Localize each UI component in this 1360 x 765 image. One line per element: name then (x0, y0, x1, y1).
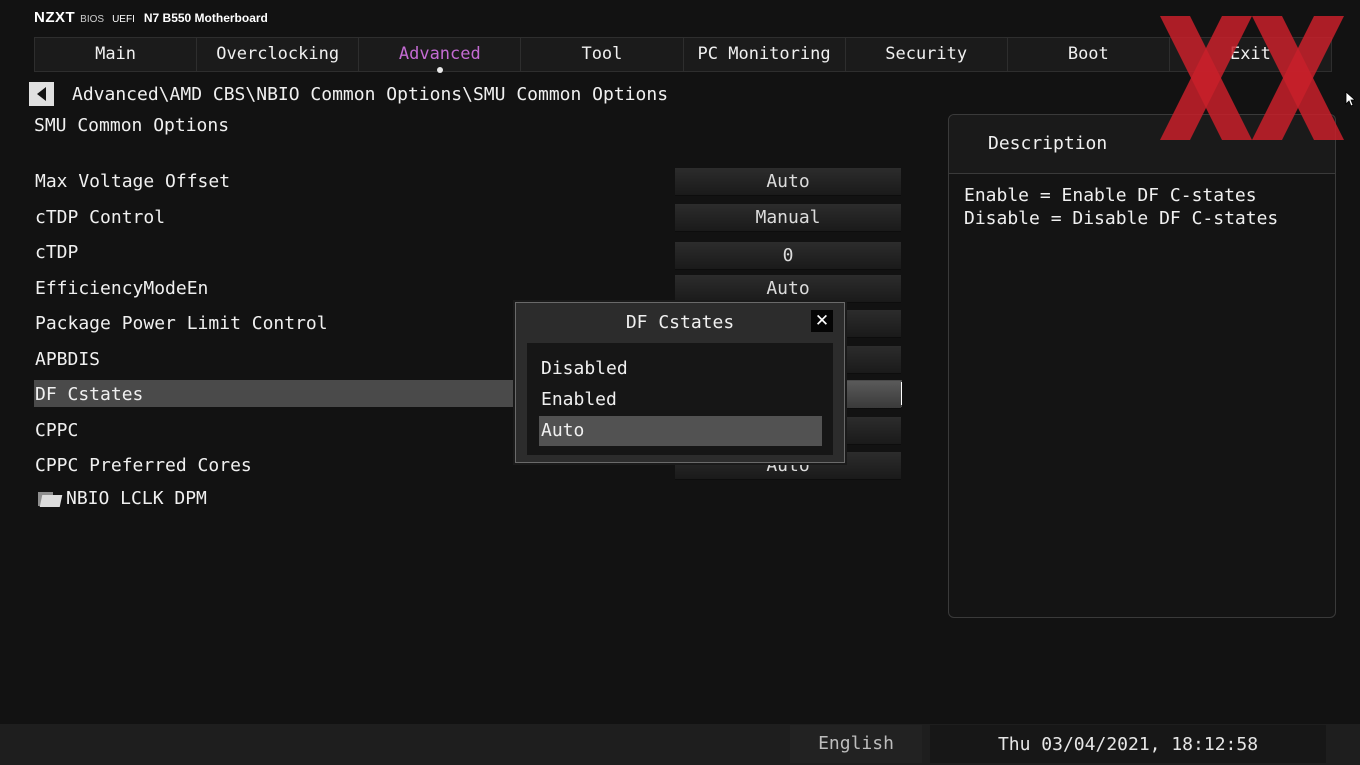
description-line: Enable = Enable DF C-states (964, 185, 1257, 206)
tab-boot[interactable]: Boot (1008, 38, 1170, 71)
tab-overclocking[interactable]: Overclocking (197, 38, 360, 71)
breadcrumb: Advanced\AMD CBS\NBIO Common Options\SMU… (72, 84, 669, 105)
page-title: SMU Common Options (34, 115, 230, 136)
popup-option-list: Disabled Enabled Auto (527, 343, 833, 455)
brand-header: NZXT BIOS UEFI N7 B550 Motherboard (34, 9, 268, 29)
setting-label: CPPC Preferred Cores (35, 455, 252, 476)
setting-value-button[interactable]: Auto (675, 168, 901, 196)
setting-value-button[interactable]: Manual (675, 203, 901, 232)
option-enabled[interactable]: Enabled (539, 385, 822, 415)
option-disabled[interactable]: Disabled (539, 354, 822, 384)
setting-label: APBDIS (35, 348, 101, 370)
language-selector[interactable]: English (790, 725, 922, 763)
setting-value-button[interactable]: Auto (675, 274, 901, 303)
setting-label: EfficiencyModeEn (35, 277, 209, 299)
date-time-display: Thu 03/04/2021, 18:12:58 (930, 725, 1326, 763)
bios-label: BIOS (80, 14, 105, 25)
setting-ctdp-control[interactable]: cTDP Control Manual (34, 201, 904, 237)
setting-label: Max Voltage Offset (35, 171, 231, 192)
submenu-label: NBIO LCLK DPM (66, 488, 207, 509)
tab-pc-monitoring[interactable]: PC Monitoring (684, 38, 846, 71)
setting-label: Package Power Limit Control (35, 313, 328, 334)
setting-label: DF Cstates (35, 384, 144, 405)
tab-advanced[interactable]: Advanced (359, 38, 522, 73)
setting-label: cTDP Control (35, 206, 166, 228)
setting-ctdp[interactable]: cTDP 0 (34, 236, 904, 272)
motherboard-model: N7 B550 Motherboard (143, 11, 268, 25)
df-cstates-popup: DF Cstates ✕ Disabled Enabled Auto (515, 302, 845, 463)
setting-value-input[interactable]: 0 (675, 242, 901, 270)
description-title: Description (988, 133, 1108, 154)
tab-security[interactable]: Security (846, 38, 1008, 71)
tab-tool[interactable]: Tool (521, 38, 684, 71)
xx-watermark-icon (1160, 16, 1344, 140)
tab-main[interactable]: Main (35, 38, 198, 71)
brand-logo: NZXT (34, 9, 76, 26)
uefi-label: UEFI (112, 14, 135, 25)
popup-title: DF Cstates (625, 312, 735, 333)
main-tabs: Main Overclocking Advanced Tool PC Monit… (34, 37, 1332, 73)
close-icon[interactable]: ✕ (811, 310, 833, 332)
mouse-cursor-icon (1345, 91, 1355, 107)
back-arrow-icon[interactable] (29, 82, 54, 106)
option-auto[interactable]: Auto (539, 416, 822, 446)
setting-label: CPPC (35, 419, 79, 441)
description-line: Disable = Disable DF C-states (964, 208, 1279, 229)
folder-icon (38, 490, 63, 507)
setting-max-voltage-offset[interactable]: Max Voltage Offset Auto (34, 165, 904, 201)
setting-label: cTDP (35, 242, 79, 263)
submenu-nbio-lclk-dpm[interactable]: NBIO LCLK DPM (38, 488, 207, 509)
description-panel: Description Enable = Enable DF C-states … (948, 114, 1336, 618)
